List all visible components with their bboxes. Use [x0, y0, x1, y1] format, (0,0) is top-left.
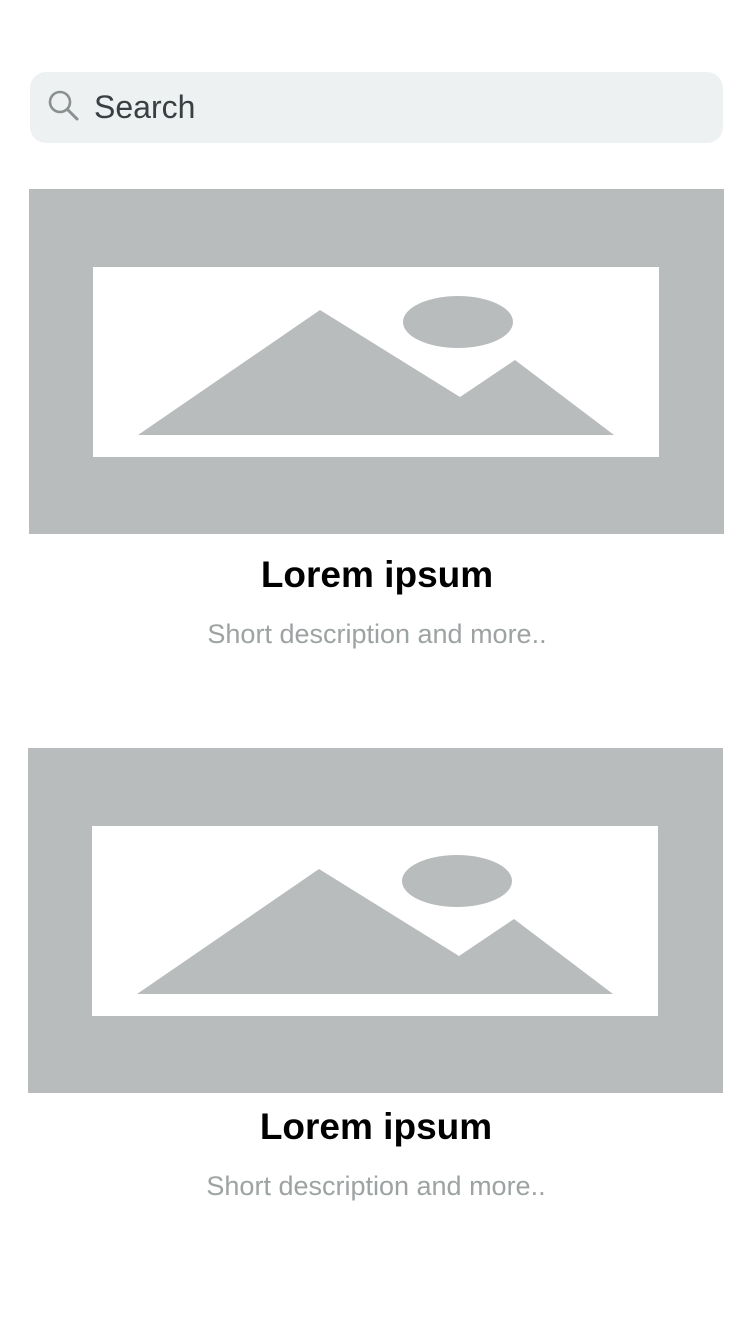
card-description: Short description and more.. [206, 1171, 546, 1201]
card[interactable]: Lorem ipsum Short description and more.. [29, 189, 725, 650]
search-bar[interactable] [30, 72, 723, 143]
card-description: Short description and more.. [207, 619, 547, 649]
card-title: Lorem ipsum [259, 1106, 493, 1147]
image-placeholder-icon [28, 748, 723, 1093]
image-placeholder-icon [29, 189, 724, 534]
search-input[interactable] [92, 88, 696, 127]
search-icon [46, 88, 80, 127]
card[interactable]: Lorem ipsum Short description and more.. [28, 748, 724, 1202]
card-title: Lorem ipsum [260, 554, 494, 595]
